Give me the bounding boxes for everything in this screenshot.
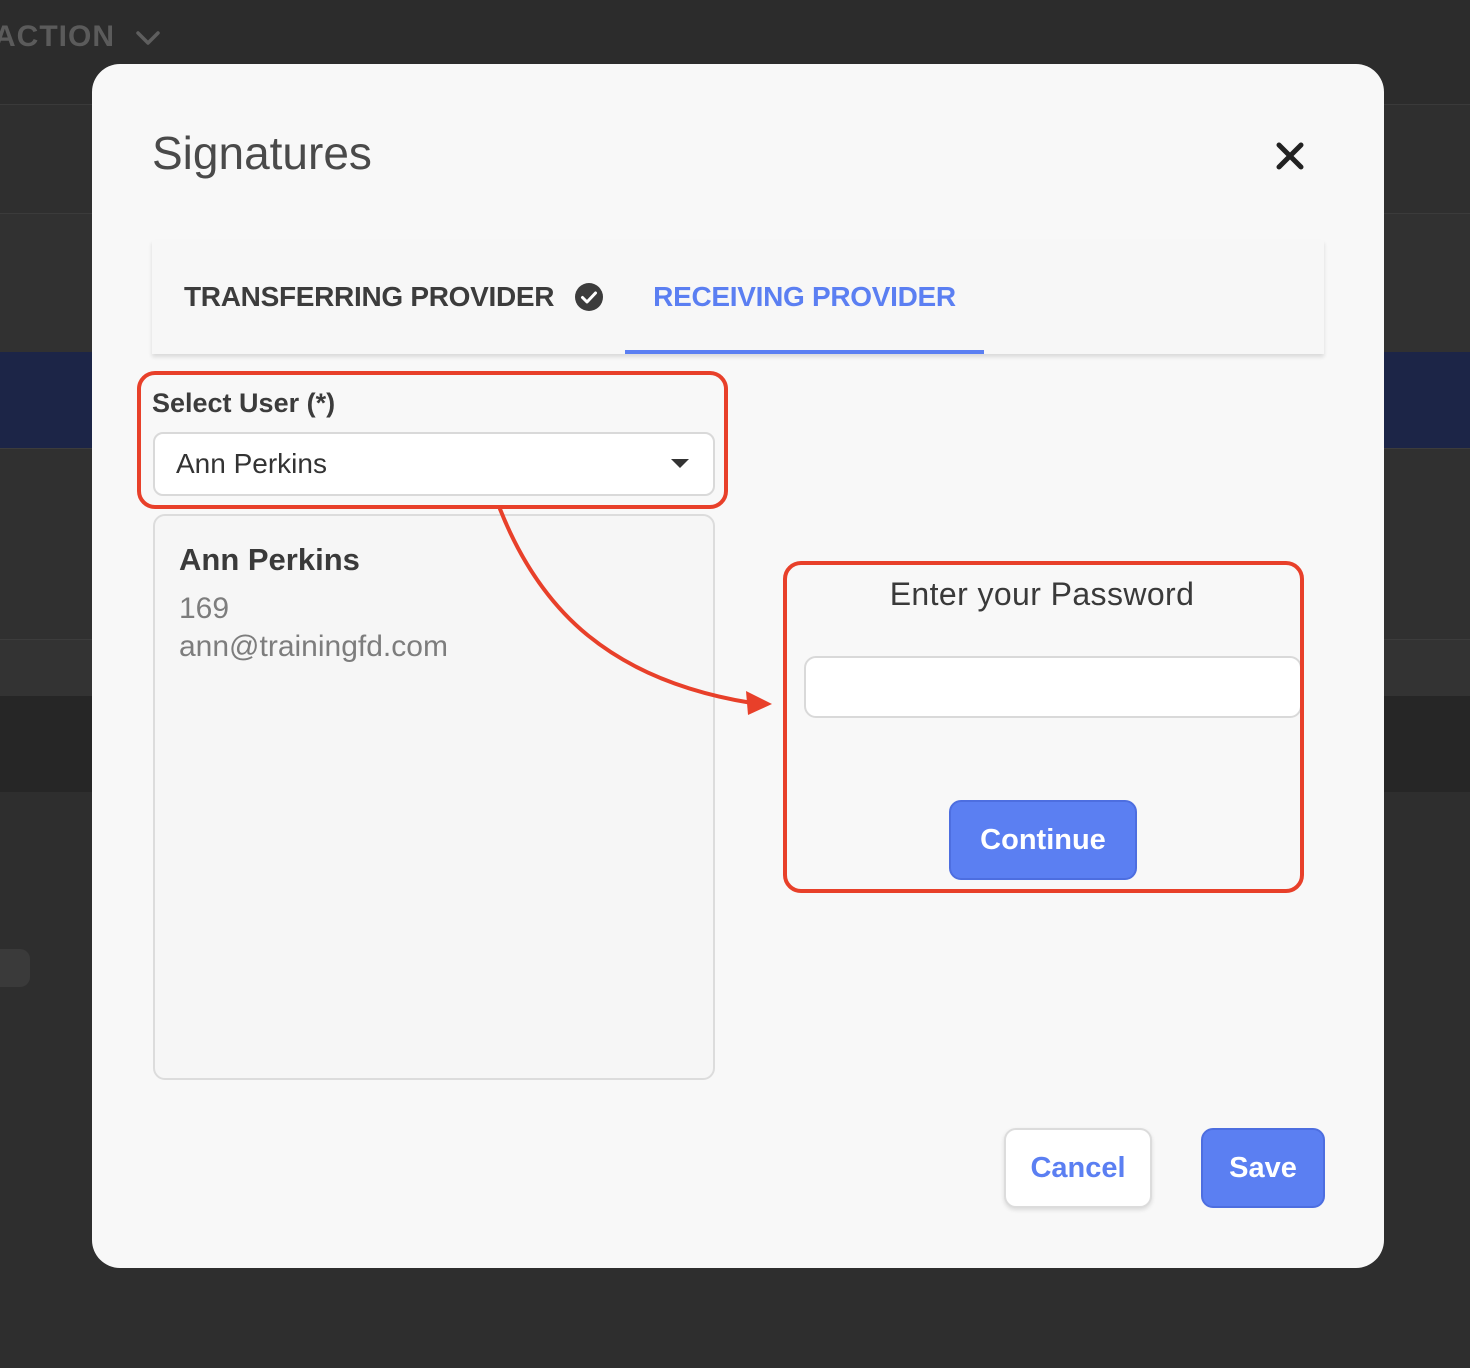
select-user-value: Ann Perkins (176, 448, 327, 479)
close-icon (1276, 142, 1304, 170)
active-tab-indicator (625, 350, 984, 354)
provider-tabs: TRANSFERRING PROVIDER RECEIVING PROVIDER (152, 240, 1324, 354)
user-info-card: Ann Perkins 169 ann@trainingfd.com (153, 514, 715, 1080)
chevron-down-icon (136, 31, 160, 45)
select-user-dropdown[interactable]: Ann Perkins (153, 432, 715, 496)
background-action-label: ACTION (0, 20, 115, 53)
user-name: Ann Perkins (179, 542, 360, 577)
user-id: 169 (179, 592, 230, 625)
save-button[interactable]: Save (1201, 1128, 1325, 1208)
tab-receiving-provider[interactable]: RECEIVING PROVIDER (625, 240, 984, 354)
caret-down-icon (671, 459, 689, 468)
close-button[interactable] (1268, 134, 1312, 178)
tab-transferring-provider[interactable]: TRANSFERRING PROVIDER (184, 240, 604, 354)
signatures-modal: Signatures TRANSFERRING PROVIDER RECEIVI… (92, 64, 1384, 1268)
password-input[interactable] (804, 656, 1302, 718)
background-badge (0, 949, 30, 987)
select-user-label: Select User (*) (152, 388, 336, 418)
check-circle-icon (575, 283, 604, 311)
modal-title: Signatures (152, 127, 372, 179)
password-title: Enter your Password (889, 576, 1195, 612)
user-email: ann@trainingfd.com (179, 630, 448, 663)
cancel-button[interactable]: Cancel (1004, 1128, 1152, 1208)
tab-label: TRANSFERRING PROVIDER (184, 281, 555, 312)
tab-label: RECEIVING PROVIDER (653, 281, 956, 312)
continue-button[interactable]: Continue (949, 800, 1137, 880)
